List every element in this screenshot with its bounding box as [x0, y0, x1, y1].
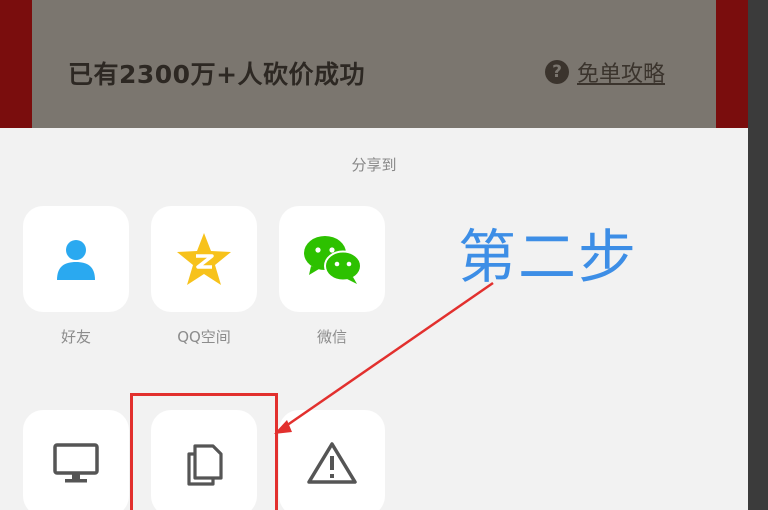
share-to-wechat[interactable]: 微信: [277, 206, 387, 347]
qzone-star-icon: [177, 233, 231, 285]
guide-link-text: 免单攻略: [577, 62, 666, 87]
monitor-icon: [53, 443, 99, 483]
share-sheet: 分享到 好友 QQ空间 微信: [0, 128, 748, 510]
step-two-annotation: 第二步: [458, 223, 639, 291]
free-order-guide-link[interactable]: ? 免单攻略: [545, 56, 665, 88]
share-label-qzone: QQ空间: [177, 328, 231, 346]
share-label-wechat: 微信: [316, 328, 347, 346]
share-open-desktop[interactable]: [21, 410, 131, 510]
share-tile[interactable]: [23, 206, 129, 312]
screenshot-stage: 已有2300万+人砍价成功 ? 免单攻略 分享到 好友 QQ空间 微信 第二步: [0, 0, 768, 510]
share-sheet-title: 分享到: [351, 156, 397, 174]
share-tile[interactable]: [23, 410, 129, 510]
share-label-friend: 好友: [60, 328, 91, 346]
share-to-qzone[interactable]: QQ空间: [149, 206, 259, 347]
share-tile[interactable]: [151, 206, 257, 312]
share-to-friend[interactable]: 好友: [21, 206, 131, 347]
window-right-edge: [748, 0, 768, 510]
share-tile[interactable]: [279, 206, 385, 312]
person-icon: [57, 240, 95, 280]
wechat-icon: [304, 236, 362, 284]
share-report[interactable]: [277, 410, 387, 510]
warning-icon: [307, 442, 357, 484]
highlight-box: [130, 393, 278, 510]
share-tile[interactable]: [279, 410, 385, 510]
bargain-success-headline: 已有2300万+人砍价成功: [68, 60, 366, 89]
help-icon: ?: [545, 60, 569, 84]
